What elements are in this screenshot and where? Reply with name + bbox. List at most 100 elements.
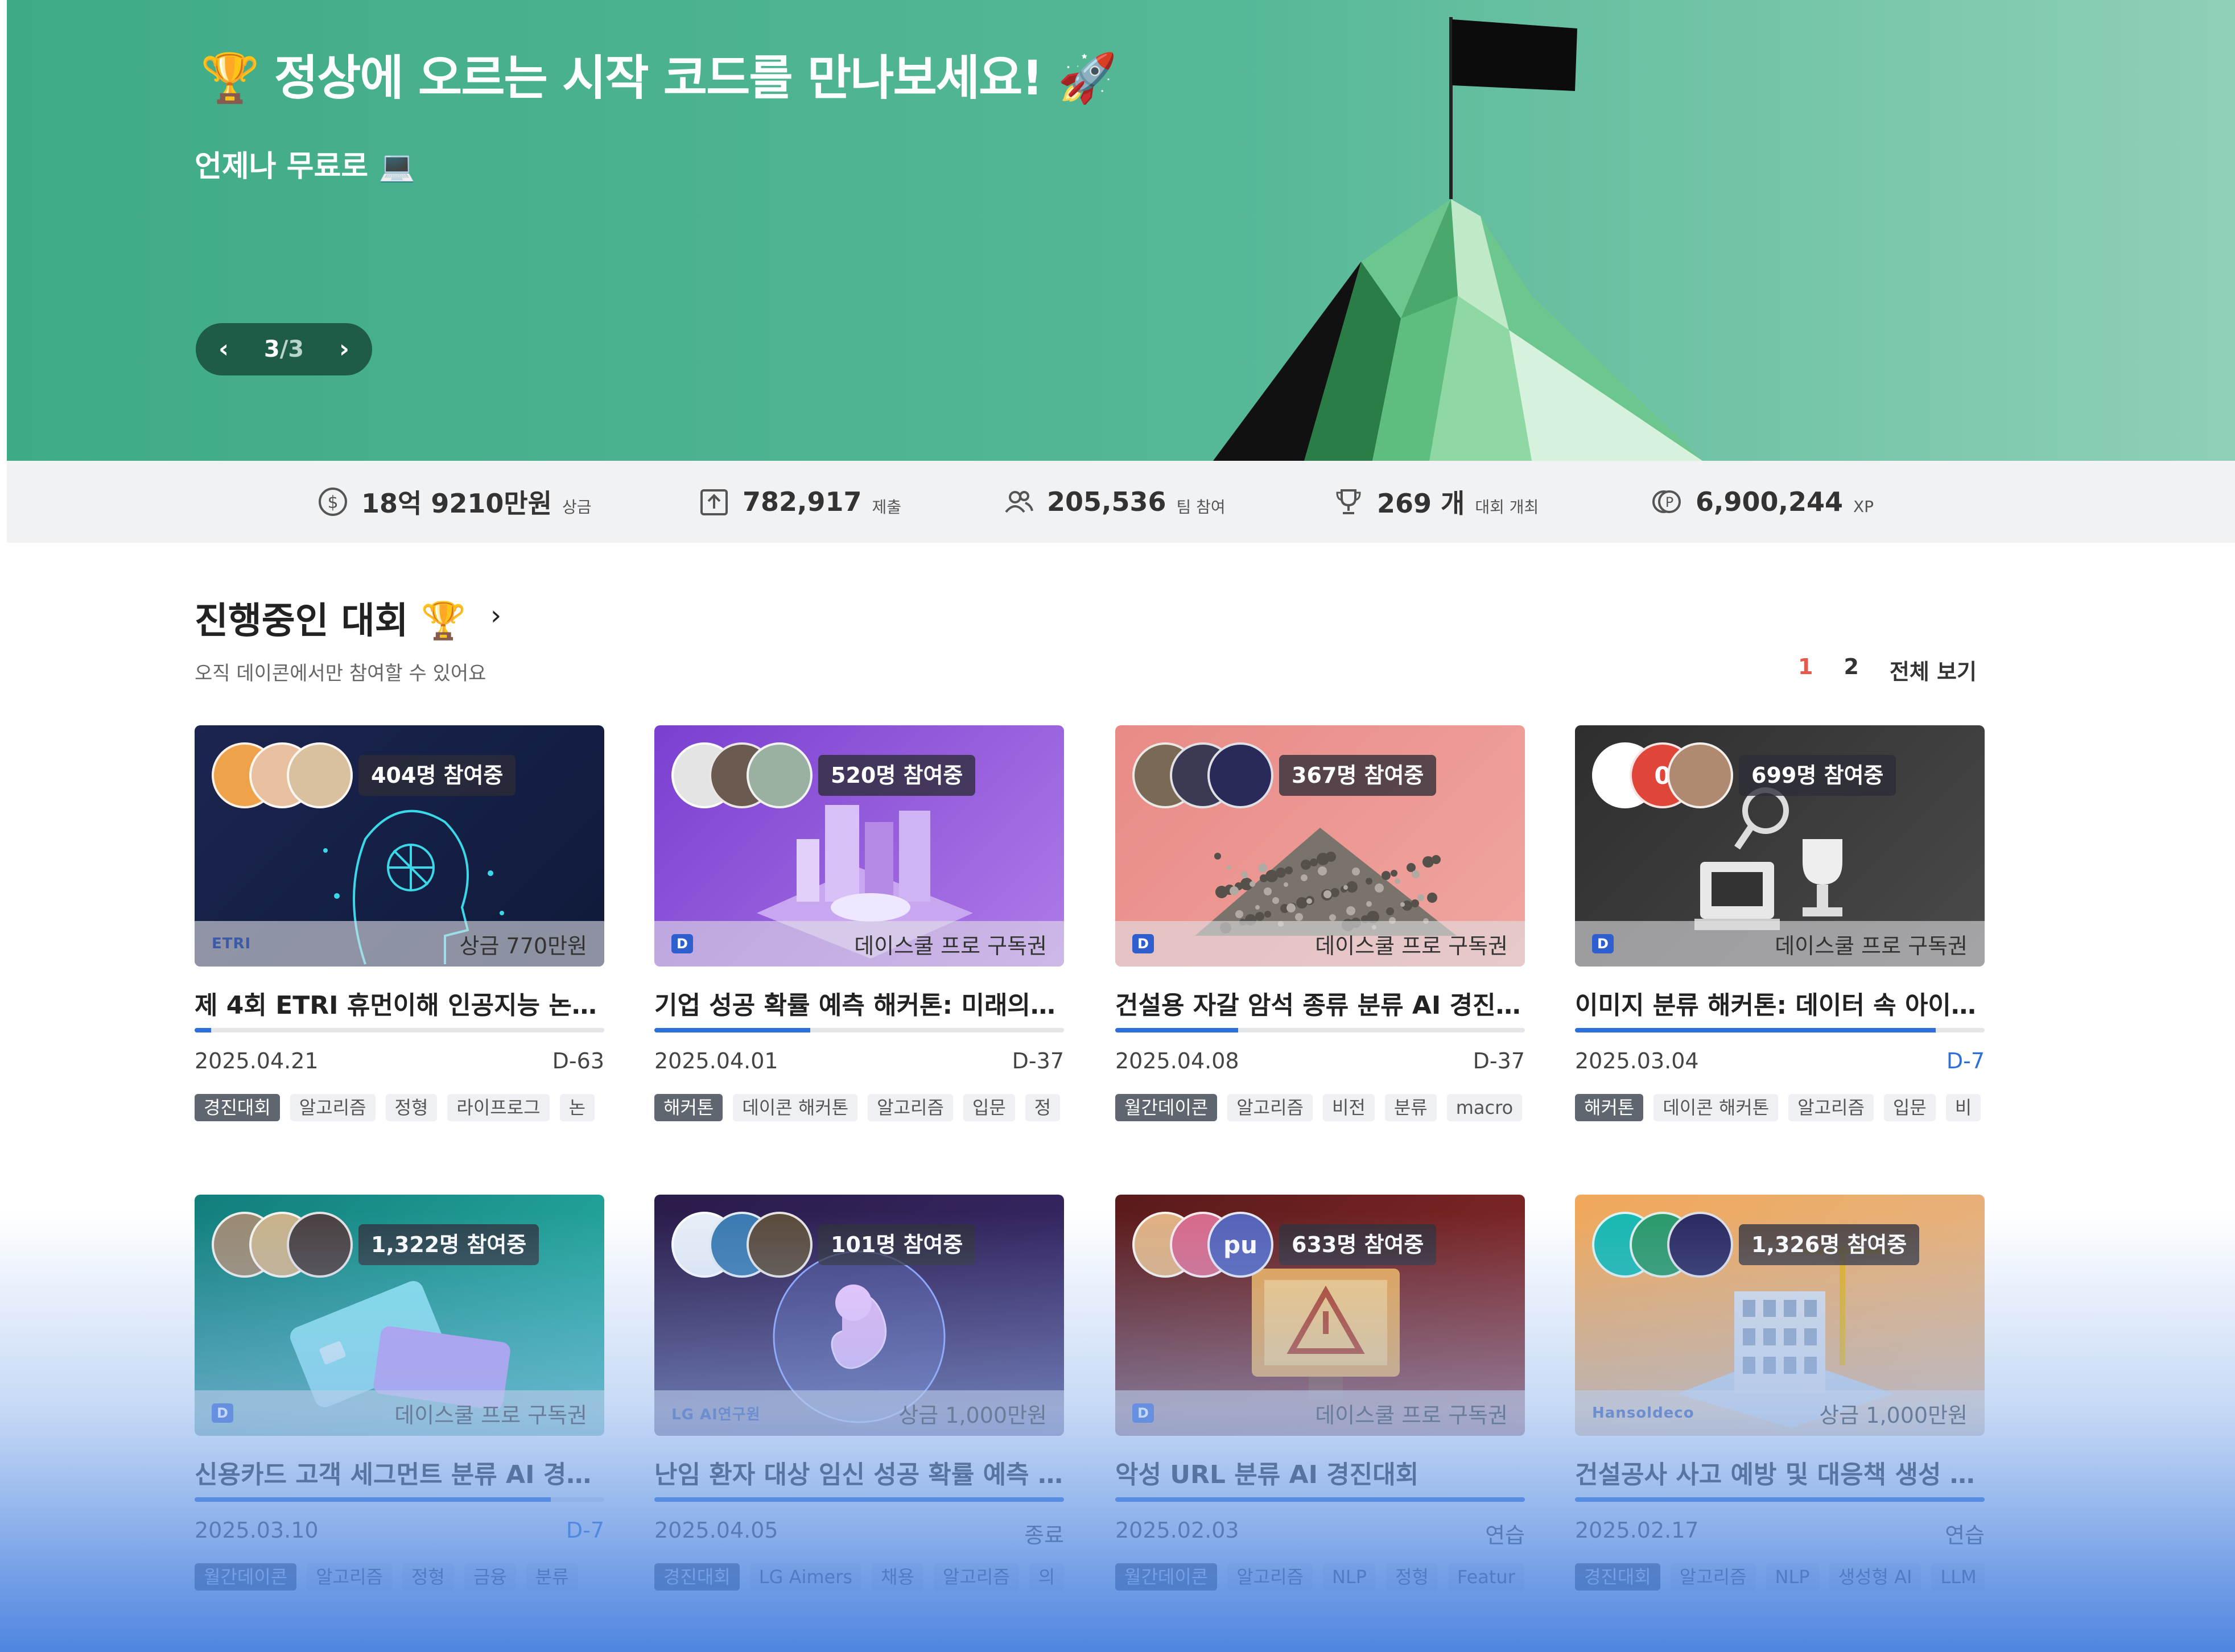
category-tag[interactable]: 경진대회 (654, 1563, 740, 1591)
card-title[interactable]: 신용카드 고객 세그먼트 분류 AI 경진... (195, 1454, 604, 1490)
card-thumbnail[interactable]: 520명 참여중 D 데이스쿨 프로 구독권 (654, 725, 1064, 967)
keyword-tag[interactable]: 정형 (1386, 1563, 1438, 1591)
band-logo: LG AI연구원 (671, 1403, 761, 1423)
keyword-tag[interactable]: 논 (559, 1094, 595, 1121)
participants-badge: 699명 참여중 (1739, 755, 1896, 796)
keyword-tag[interactable]: LG Aimers (749, 1563, 862, 1591)
reward-text: 데이스쿨 프로 구독권 (1775, 933, 1968, 959)
page-2-link[interactable]: 2 (1844, 654, 1858, 685)
card-title[interactable]: 건설용 자갈 암석 종류 분류 AI 경진대회 (1115, 985, 1525, 1021)
keyword-tag[interactable]: Featur (1448, 1563, 1524, 1591)
category-tag[interactable]: 월간데이콘 (1115, 1563, 1218, 1591)
category-tag[interactable]: 해커톤 (654, 1094, 723, 1121)
view-all-link[interactable]: 전체 보기 (1890, 654, 1977, 685)
card-thumbnail[interactable]: 0 699명 참여중 D 데이스쿨 프로 구독권 (1575, 725, 1985, 967)
keyword-tag[interactable]: 정형 (402, 1563, 454, 1591)
competition-card[interactable]: 520명 참여중 D 데이스쿨 프로 구독권 기업 성공 확률 예측 해커톤: … (654, 725, 1064, 1135)
participant-avatar (747, 742, 813, 808)
keyword-tag[interactable]: 비 (1945, 1094, 1981, 1121)
keyword-tag[interactable]: 알고리즘 (933, 1563, 1019, 1591)
card-date: 2025.03.10 (195, 1518, 319, 1543)
category-tag[interactable]: 경진대회 (195, 1094, 280, 1121)
competition-card[interactable]: 404명 참여중 ETRI 상금 770만원 제 4회 ETRI 휴먼이해 인공… (195, 725, 604, 1135)
keyword-tag[interactable]: 채용 (872, 1563, 923, 1591)
card-thumbnail[interactable]: 101명 참여중 LG AI연구원 상금 1,000만원 (654, 1195, 1064, 1436)
page-1-link[interactable]: 1 (1798, 654, 1813, 685)
section-title: 진행중인 대회 🏆 (195, 600, 467, 642)
card-reward-band: D 데이스쿨 프로 구독권 (1115, 921, 1525, 967)
keyword-tag[interactable]: 알고리즘 (290, 1094, 376, 1121)
card-thumbnail[interactable]: 367명 참여중 D 데이스쿨 프로 구독권 (1115, 725, 1525, 967)
keyword-tag[interactable]: 의 (1029, 1563, 1064, 1591)
card-title[interactable]: 건설공사 사고 예방 및 대응책 생성 : ... (1575, 1454, 1985, 1490)
tag-list: 경진대회 알고리즘 정형 라이프로그 논 (195, 1094, 604, 1122)
keyword-tag[interactable]: 정 (1025, 1094, 1061, 1121)
keyword-tag[interactable]: NLP (1766, 1563, 1819, 1591)
stat-unit: 제출 (872, 498, 902, 517)
keyword-tag[interactable]: macro (1446, 1094, 1523, 1121)
keyword-tag[interactable]: 알고리즘 (1670, 1563, 1756, 1591)
category-tag[interactable]: 해커톤 (1575, 1094, 1644, 1121)
participants-badge: 1,322명 참여중 (358, 1224, 539, 1265)
keyword-tag[interactable]: 알고리즘 (868, 1094, 953, 1121)
band-logo: D (212, 1403, 233, 1423)
keyword-tag[interactable]: 비전 (1322, 1094, 1375, 1121)
stats-bar: $ 18억 9210만원 상금 782,917 제출 205,536 팀 참여 … (7, 461, 2235, 543)
progress-fill (195, 1028, 211, 1032)
progress-fill (1575, 1028, 1936, 1032)
card-title[interactable]: 제 4회 ETRI 휴먼이해 인공지능 논문... (195, 985, 604, 1021)
card-thumbnail[interactable]: pu 633명 참여중 D 데이스쿨 프로 구독권 (1115, 1195, 1525, 1436)
category-tag[interactable]: 경진대회 (1575, 1563, 1660, 1591)
keyword-tag[interactable]: 라이프로그 (447, 1094, 550, 1121)
keyword-tag[interactable]: 데이콘 해커톤 (733, 1094, 858, 1121)
band-logo: D (1592, 934, 1614, 953)
pager-next-button[interactable]: › (339, 337, 349, 362)
competition-card[interactable]: 1,322명 참여중 D 데이스쿨 프로 구독권 신용카드 고객 세그먼트 분류… (195, 1195, 604, 1604)
participants-badge: 101명 참여중 (818, 1224, 976, 1265)
keyword-tag[interactable]: 알고리즘 (1227, 1563, 1313, 1591)
keyword-tag[interactable]: 알고리즘 (1788, 1094, 1874, 1121)
competition-card[interactable]: 367명 참여중 D 데이스쿨 프로 구독권 건설용 자갈 암석 종류 분류 A… (1115, 725, 1525, 1135)
keyword-tag[interactable]: LLM (1931, 1563, 1985, 1591)
stat-value: 782,917 (743, 486, 862, 517)
stat-xp: P 6,900,244 XP (1651, 461, 1874, 543)
hero-subtitle: 언제나 무료로 💻 (195, 150, 415, 184)
keyword-tag[interactable]: NLP (1322, 1563, 1376, 1591)
stat-unit: 대회 개최 (1475, 498, 1539, 517)
competition-card[interactable]: pu 633명 참여중 D 데이스쿨 프로 구독권 악성 URL 분류 AI 경… (1115, 1195, 1525, 1604)
reward-text: 데이스쿨 프로 구독권 (1315, 1402, 1508, 1428)
participant-avatar (287, 742, 353, 808)
category-tag[interactable]: 월간데이콘 (1115, 1094, 1218, 1121)
hero-title: 🏆 정상에 오르는 시작 코드를 만나보세요! 🚀 (200, 50, 1117, 106)
pager-prev-button[interactable]: ‹ (218, 337, 229, 362)
competition-card[interactable]: 0 699명 참여중 D 데이스쿨 프로 구독권 이미지 분류 해커톤: 데이터… (1575, 725, 1985, 1135)
keyword-tag[interactable]: 생성형 AI (1829, 1563, 1921, 1591)
card-thumbnail[interactable]: 1,326명 참여중 Hansoldeco 상금 1,000만원 (1575, 1195, 1985, 1436)
card-dday: D-37 (1473, 1048, 1525, 1073)
pager-total: /3 (279, 336, 304, 362)
keyword-tag[interactable]: 분류 (1384, 1094, 1437, 1121)
card-thumbnail[interactable]: 1,322명 참여중 D 데이스쿨 프로 구독권 (195, 1195, 604, 1436)
card-title[interactable]: 난임 환자 대상 임신 성공 확률 예측 AI... (654, 1454, 1064, 1490)
card-title[interactable]: 이미지 분류 해커톤: 데이터 속 아이콘... (1575, 985, 1985, 1021)
keyword-tag[interactable]: 분류 (526, 1563, 578, 1591)
keyword-tag[interactable]: 정형 (385, 1094, 438, 1121)
keyword-tag[interactable]: 금융 (464, 1563, 516, 1591)
hero-banner[interactable]: 🏆 정상에 오르는 시작 코드를 만나보세요! 🚀 언제나 무료로 💻 ‹ 3/… (7, 0, 2235, 461)
category-tag[interactable]: 월간데이콘 (195, 1563, 297, 1591)
keyword-tag[interactable]: 입문 (1883, 1094, 1936, 1121)
dacon-logo: D (1132, 1403, 1154, 1423)
competition-card[interactable]: 101명 참여중 LG AI연구원 상금 1,000만원 난임 환자 대상 임신… (654, 1195, 1064, 1604)
keyword-tag[interactable]: 입문 (963, 1094, 1015, 1121)
keyword-tag[interactable]: 알고리즘 (307, 1563, 392, 1591)
competition-card[interactable]: 1,326명 참여중 Hansoldeco 상금 1,000만원 건설공사 사고… (1575, 1195, 1985, 1604)
card-dday: D-7 (566, 1518, 604, 1543)
keyword-tag[interactable]: 데이콘 해커톤 (1653, 1094, 1779, 1121)
card-title[interactable]: 악성 URL 분류 AI 경진대회 (1115, 1454, 1525, 1490)
card-thumbnail[interactable]: 404명 참여중 ETRI 상금 770만원 (195, 725, 604, 967)
card-title[interactable]: 기업 성공 확률 예측 해커톤: 미래의 성... (654, 985, 1064, 1021)
participant-avatar (1667, 1212, 1733, 1278)
keyword-tag[interactable]: 알고리즘 (1227, 1094, 1313, 1121)
section-more-chevron[interactable]: › (490, 600, 501, 631)
card-date: 2025.04.08 (1115, 1048, 1239, 1073)
